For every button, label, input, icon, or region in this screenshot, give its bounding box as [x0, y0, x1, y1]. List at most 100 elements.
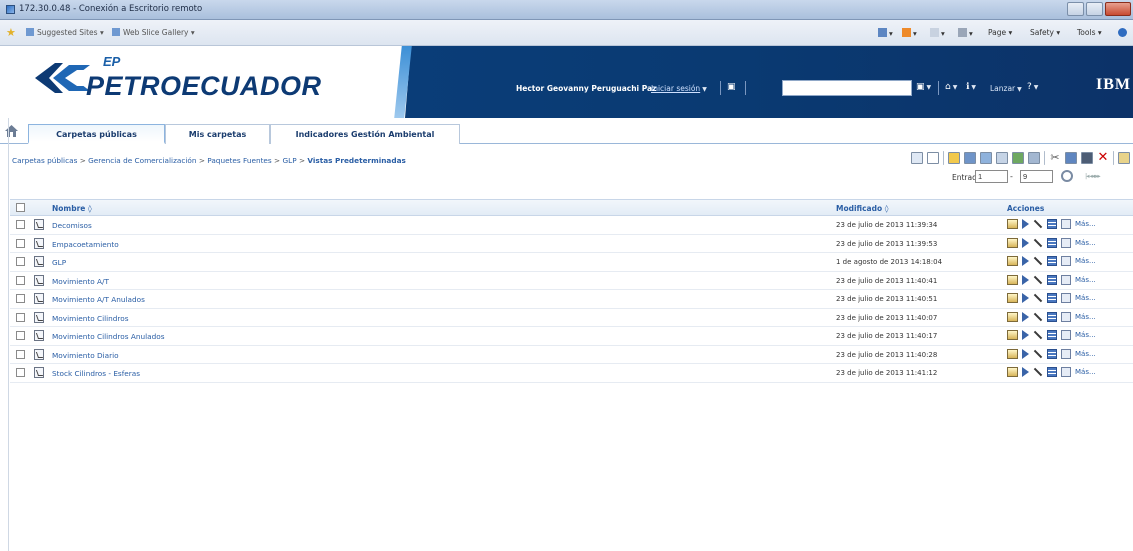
- header-name[interactable]: Nombre ◊: [52, 204, 92, 213]
- row-checkbox[interactable]: [16, 275, 25, 285]
- row-name-link[interactable]: Stock Cilindros - Esferas: [52, 369, 140, 378]
- view-versions-icon[interactable]: [1061, 311, 1071, 322]
- home-cmd-icon[interactable]: ▾: [878, 28, 893, 38]
- row-name-link[interactable]: GLP: [52, 258, 66, 267]
- row-checkbox[interactable]: [16, 349, 25, 359]
- delete-icon[interactable]: ✕: [1097, 151, 1109, 164]
- view-versions-icon[interactable]: [1061, 330, 1071, 340]
- my-area-icon[interactable]: ▣: [727, 82, 736, 92]
- run-with-options-icon[interactable]: [1022, 330, 1029, 340]
- edit-icon[interactable]: [1033, 312, 1043, 322]
- breadcrumb-item[interactable]: Gerencia de Comercialización: [88, 156, 196, 165]
- view-versions-icon[interactable]: [1061, 348, 1071, 359]
- login-link[interactable]: Iniciar sesión ▼: [651, 84, 707, 93]
- more-link[interactable]: Más...: [1075, 276, 1096, 284]
- edit-icon[interactable]: [1033, 330, 1043, 340]
- details-view-icon[interactable]: [911, 152, 923, 164]
- safety-menu[interactable]: Safety ▾: [1030, 28, 1060, 37]
- new-page-icon[interactable]: [1012, 152, 1024, 164]
- open-in-analysis-icon[interactable]: [1047, 293, 1057, 303]
- more-link[interactable]: Más...: [1075, 257, 1096, 265]
- more-link[interactable]: Más...: [1075, 350, 1096, 358]
- run-with-options-icon[interactable]: [1022, 219, 1029, 229]
- row-name-link[interactable]: Movimiento A/T Anulados: [52, 295, 145, 304]
- open-in-analysis-icon[interactable]: [1047, 367, 1057, 377]
- open-in-analysis-icon[interactable]: [1047, 237, 1057, 248]
- more-link[interactable]: Más...: [1075, 331, 1096, 339]
- row-checkbox[interactable]: [16, 331, 25, 340]
- close-button[interactable]: [1105, 2, 1131, 16]
- new-report-icon[interactable]: [964, 152, 976, 164]
- more-link[interactable]: Más...: [1075, 220, 1096, 228]
- view-versions-icon[interactable]: [1061, 274, 1071, 285]
- set-properties-icon[interactable]: [1007, 219, 1018, 229]
- page-navigation[interactable]: |◂ ◂◂ ▸▸: [1085, 172, 1101, 180]
- open-in-analysis-icon[interactable]: [1047, 219, 1057, 229]
- tools-menu[interactable]: Tools ▾: [1077, 28, 1102, 37]
- set-properties-icon[interactable]: [1007, 348, 1018, 359]
- properties-icon[interactable]: [1118, 152, 1130, 164]
- row-name-link[interactable]: Empacoetamiento: [52, 240, 119, 249]
- view-versions-icon[interactable]: [1061, 367, 1071, 377]
- row-name-link[interactable]: Decomisos: [52, 221, 92, 230]
- open-in-analysis-icon[interactable]: [1047, 311, 1057, 322]
- new-url-icon[interactable]: [996, 152, 1008, 164]
- set-properties-icon[interactable]: [1007, 237, 1018, 248]
- home-folder-icon[interactable]: [5, 125, 18, 137]
- page-menu[interactable]: Page ▾: [988, 28, 1012, 37]
- edit-icon[interactable]: [1033, 275, 1043, 285]
- help-icon[interactable]: ? ▼: [1027, 82, 1038, 92]
- row-name-link[interactable]: Movimiento Cilindros: [52, 314, 129, 323]
- row-checkbox[interactable]: [16, 294, 25, 303]
- minimize-button[interactable]: [1067, 2, 1084, 16]
- run-with-options-icon[interactable]: [1022, 311, 1029, 322]
- tab-mis-carpetas[interactable]: Mis carpetas: [165, 124, 270, 144]
- run-with-options-icon[interactable]: [1022, 256, 1029, 266]
- fav-web-slice-gallery[interactable]: Web Slice Gallery ▾: [112, 28, 195, 37]
- tab-carpetas-publicas[interactable]: Carpetas públicas: [28, 124, 165, 144]
- row-name-link[interactable]: Movimiento Diario: [52, 351, 119, 360]
- set-properties-icon[interactable]: [1007, 367, 1018, 377]
- set-properties-icon[interactable]: [1007, 311, 1018, 322]
- run-with-options-icon[interactable]: [1022, 348, 1029, 359]
- view-versions-icon[interactable]: [1061, 293, 1071, 303]
- more-link[interactable]: Más...: [1075, 313, 1096, 321]
- more-link[interactable]: Más...: [1075, 368, 1096, 376]
- set-properties-icon[interactable]: [1007, 274, 1018, 285]
- row-checkbox[interactable]: [16, 220, 25, 229]
- row-name-link[interactable]: Movimiento Cilindros Anulados: [52, 332, 165, 341]
- row-checkbox[interactable]: [16, 312, 25, 322]
- run-with-options-icon[interactable]: [1022, 274, 1029, 285]
- view-versions-icon[interactable]: [1061, 237, 1071, 248]
- new-job-icon[interactable]: [980, 152, 992, 164]
- help-cmd-icon[interactable]: [1118, 28, 1129, 38]
- fav-suggested-sites[interactable]: Suggested Sites ▾: [26, 28, 104, 37]
- more-link[interactable]: Más...: [1075, 239, 1096, 247]
- entries-from-field[interactable]: [975, 170, 1008, 183]
- open-in-analysis-icon[interactable]: [1047, 256, 1057, 266]
- view-versions-icon[interactable]: [1061, 219, 1071, 229]
- launch-menu[interactable]: Lanzar ▼: [990, 84, 1022, 93]
- edit-icon[interactable]: [1033, 256, 1043, 266]
- order-icon[interactable]: [1028, 152, 1040, 164]
- paste-icon[interactable]: [1081, 152, 1093, 164]
- home-icon[interactable]: ⌂ ▼: [945, 82, 957, 92]
- mail-cmd-icon[interactable]: ▾: [930, 28, 945, 38]
- run-with-options-icon[interactable]: [1022, 293, 1029, 303]
- view-versions-icon[interactable]: [1061, 256, 1071, 266]
- breadcrumb-item[interactable]: Carpetas públicas: [12, 156, 77, 165]
- edit-icon[interactable]: [1033, 349, 1043, 359]
- feeds-cmd-icon[interactable]: ▾: [902, 28, 917, 38]
- favorites-star-icon[interactable]: ★: [6, 26, 16, 39]
- print-cmd-icon[interactable]: ▾: [958, 28, 973, 38]
- row-checkbox[interactable]: [16, 257, 25, 266]
- search-options-icon[interactable]: ▣ ▼: [916, 82, 931, 92]
- cut-icon[interactable]: ✂: [1049, 152, 1061, 164]
- edit-icon[interactable]: [1033, 367, 1043, 377]
- open-in-analysis-icon[interactable]: [1047, 330, 1057, 340]
- set-properties-icon[interactable]: [1007, 256, 1018, 266]
- row-name-link[interactable]: Movimiento A/T: [52, 277, 109, 286]
- maximize-button[interactable]: [1086, 2, 1103, 16]
- set-properties-icon[interactable]: [1007, 293, 1018, 303]
- info-icon[interactable]: ℹ ▼: [966, 82, 976, 92]
